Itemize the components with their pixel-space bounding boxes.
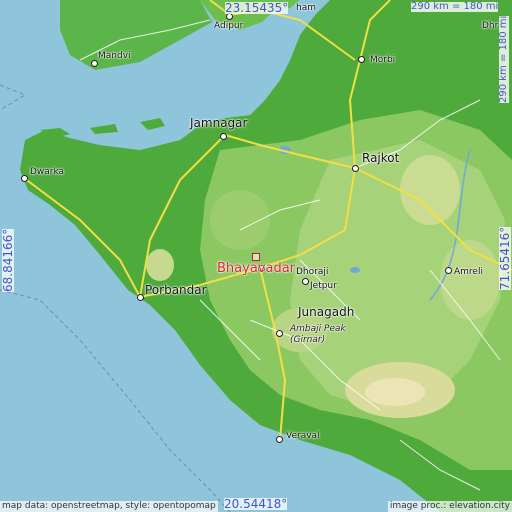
- coord-top: 23.15435°: [225, 1, 289, 15]
- label-dhr: Dhr: [482, 21, 499, 31]
- coord-bottom: 20.54418°: [224, 497, 288, 511]
- label-rajkot: Rajkot: [362, 151, 400, 165]
- label-amreli: Amreli: [454, 267, 483, 277]
- map-canvas[interactable]: Jamnagar Rajkot Porbandar Junagadh Dwark…: [0, 0, 512, 512]
- morbi-dot: [358, 56, 365, 63]
- label-ham: ham: [296, 3, 316, 13]
- scale-horizontal: 290 km = 180 mi: [411, 1, 499, 12]
- label-jamnagar: Jamnagar: [190, 116, 248, 130]
- junagadh-dot: [276, 330, 283, 337]
- label-porbandar: Porbandar: [145, 283, 207, 297]
- label-dhoraji: Dhoraji: [296, 267, 329, 277]
- porbandar-dot: [137, 294, 144, 301]
- dwarka-dot: [21, 175, 28, 182]
- veraval-dot: [276, 436, 283, 443]
- scale-vertical: 290 km = 180 mi: [498, 15, 509, 103]
- rajkot-dot: [352, 165, 359, 172]
- amreli-dot: [445, 267, 452, 274]
- credit-right: image proc.: elevation.city: [387, 501, 512, 512]
- jamnagar-dot: [220, 133, 227, 140]
- label-peak-name: Ambaji Peak: [290, 324, 346, 334]
- label-mandvi: Mandvi: [98, 51, 131, 61]
- coord-right: 71.65416°: [498, 226, 512, 290]
- label-jetpur: Jetpur: [310, 281, 337, 291]
- label-peak-sub: (Girnar): [290, 335, 326, 345]
- location-marker: [252, 253, 260, 261]
- label-adipur: Adipur: [214, 21, 244, 31]
- label-target-town: Bhayavadar: [217, 261, 296, 276]
- coord-left: 68.84166°: [1, 228, 15, 292]
- label-morbi: Morbi: [370, 55, 396, 65]
- label-veraval: Veraval: [286, 431, 320, 441]
- credit-left: map data: openstreetmap, style: opentopo…: [0, 501, 218, 512]
- label-junagadh: Junagadh: [298, 305, 355, 319]
- jetpur-dot: [302, 278, 309, 285]
- label-dwarka: Dwarka: [30, 167, 65, 177]
- mandvi-dot: [91, 60, 98, 67]
